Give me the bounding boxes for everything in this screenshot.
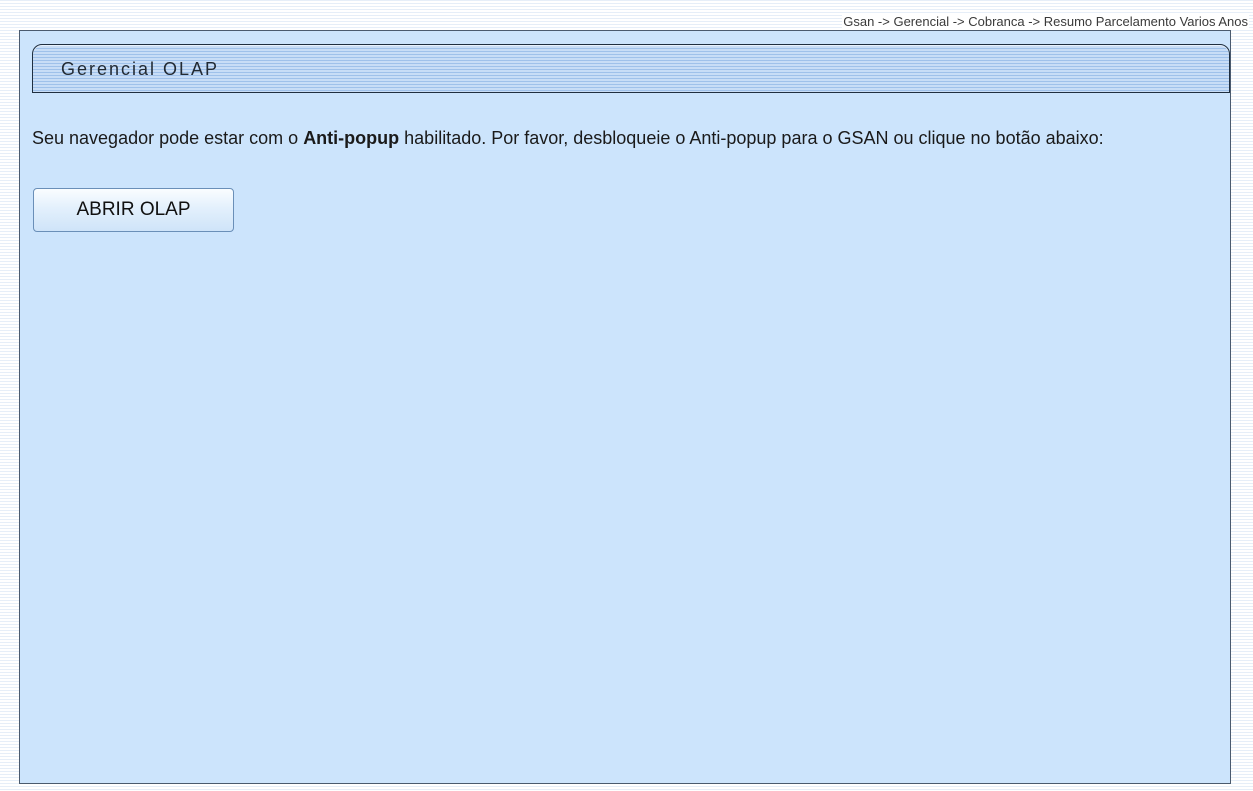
message-text-before: Seu navegador pode estar com o — [32, 128, 304, 148]
panel-header: Gerencial OLAP — [32, 44, 1230, 93]
main-panel: Gerencial OLAP Seu navegador pode estar … — [19, 30, 1231, 784]
message-text-bold: Anti-popup — [303, 128, 400, 148]
breadcrumb: Gsan -> Gerencial -> Cobranca -> Resumo … — [842, 14, 1249, 29]
panel-title: Gerencial OLAP — [61, 59, 220, 79]
page: Gsan -> Gerencial -> Cobranca -> Resumo … — [0, 0, 1253, 791]
breadcrumb-bar: Gsan -> Gerencial -> Cobranca -> Resumo … — [0, 0, 1253, 30]
open-olap-button[interactable]: ABRIR OLAP — [33, 188, 234, 232]
anti-popup-message: Seu navegador pode estar com o Anti-popu… — [32, 126, 1227, 150]
message-text-after: habilitado. Por favor, desbloqueie o Ant… — [399, 128, 1104, 148]
